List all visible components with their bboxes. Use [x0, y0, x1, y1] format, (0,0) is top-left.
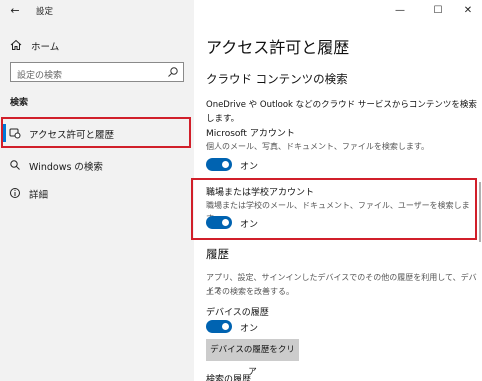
ms-account-description: 個人のメール、写真、ドキュメント、ファイルを検索します。	[206, 142, 430, 151]
scrollbar-thumb[interactable]	[479, 182, 481, 242]
history-heading: 履歴	[206, 247, 229, 261]
title-bar: ← 設定	[0, 0, 194, 22]
device-history-toggle-label: オン	[240, 324, 259, 334]
sidebar-item-details[interactable]: 詳細	[0, 180, 194, 206]
search-icon	[10, 160, 20, 170]
scrollbar[interactable]	[478, 22, 482, 381]
cloud-search-description: OneDrive や Outlook などのクラウド サービスからコンテンツを検…	[206, 100, 477, 124]
sidebar-item-label: 詳細	[29, 190, 49, 201]
toggle-knob	[222, 219, 229, 226]
ms-account-setting-name: Microsoft アカウント	[206, 129, 295, 139]
device-history-toggle[interactable]	[206, 320, 232, 333]
app-title: 設定	[36, 7, 54, 17]
toggle-knob	[222, 323, 229, 330]
close-button[interactable]: ✕	[460, 3, 476, 19]
sidebar-item-label: Windows の検索	[29, 162, 103, 173]
home-label: ホーム	[31, 42, 60, 53]
settings-search-input[interactable]	[11, 67, 161, 85]
page-title: アクセス許可と履歴	[206, 38, 350, 57]
back-arrow-icon[interactable]: ←	[8, 4, 22, 18]
work-account-toggle[interactable]	[206, 216, 232, 229]
home-nav-item[interactable]: ホーム	[0, 36, 194, 56]
search-icon[interactable]	[167, 66, 179, 78]
info-icon	[10, 188, 20, 198]
highlight-box-sidebar	[1, 117, 191, 148]
history-description-line2: 上での検索を改善する。	[206, 287, 294, 296]
window-controls: — ☐ ✕	[372, 0, 482, 22]
sidebar-item-windows-search[interactable]: Windows の検索	[0, 152, 194, 178]
sidebar: ← 設定 ホーム 検索 アクセス許可と履歴 Windows の検索	[0, 0, 194, 381]
main-content: — ☐ ✕ アクセス許可と履歴 クラウド コンテンツの検索 OneDrive や…	[191, 0, 482, 381]
search-history-heading: 検索の履歴	[206, 375, 252, 381]
settings-search-box[interactable]	[10, 62, 184, 85]
ms-account-toggle[interactable]	[206, 158, 232, 171]
device-history-setting-name: デバイスの履歴	[206, 308, 269, 318]
toggle-knob	[222, 161, 229, 168]
work-account-setting-name: 職場または学校アカウント	[206, 188, 315, 198]
maximize-button[interactable]: ☐	[430, 3, 446, 19]
section-label-search: 検索	[10, 98, 29, 108]
minimize-button[interactable]: —	[392, 3, 408, 19]
work-account-toggle-label: オン	[240, 220, 259, 230]
ms-account-toggle-label: オン	[240, 162, 259, 172]
cloud-search-heading: クラウド コンテンツの検索	[206, 72, 348, 86]
home-icon	[10, 39, 22, 50]
clear-device-history-button[interactable]: デバイスの履歴をクリア	[206, 339, 299, 377]
